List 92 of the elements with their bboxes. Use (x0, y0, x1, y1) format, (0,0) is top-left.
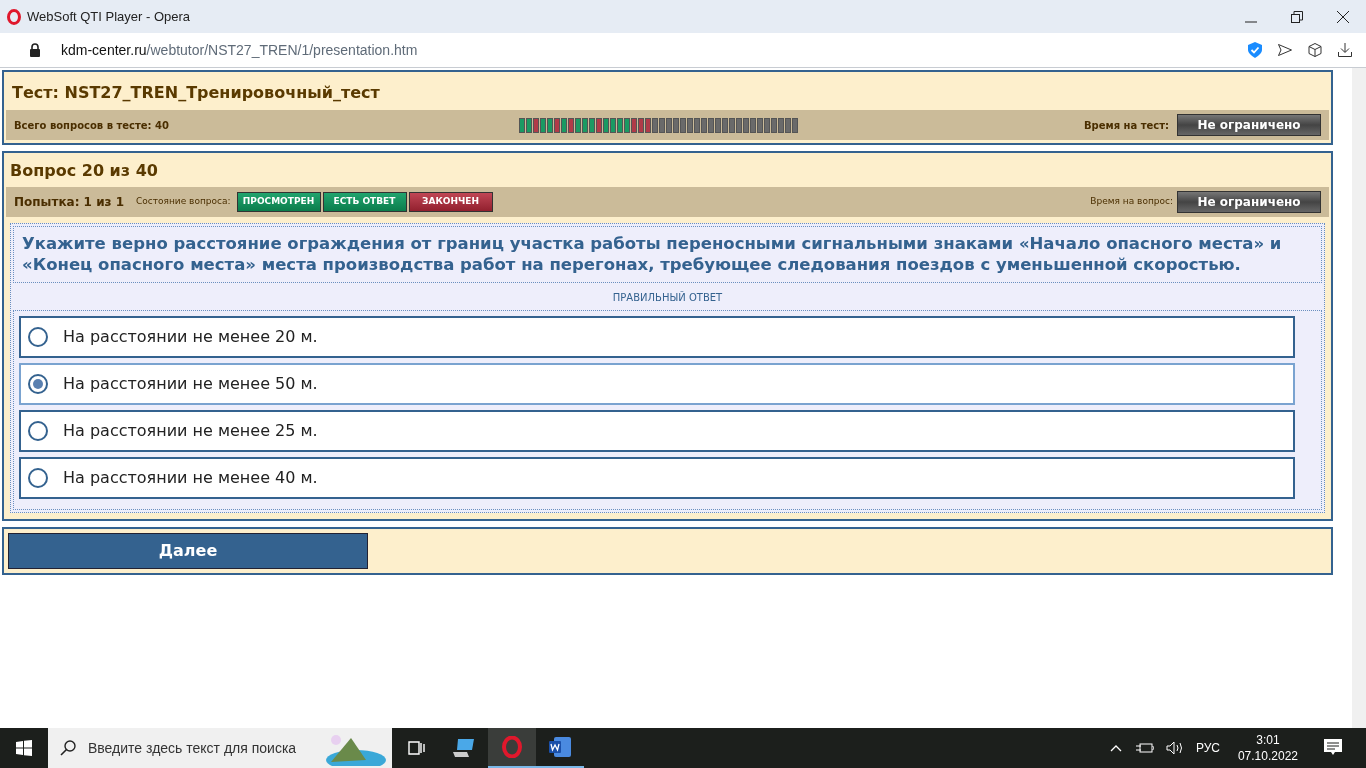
question-marker[interactable] (554, 117, 560, 133)
question-marker[interactable] (736, 117, 742, 133)
clock-time[interactable]: 3:01 (1237, 731, 1298, 748)
question-marker[interactable] (624, 117, 630, 133)
question-title: Вопрос 20 из 40 (9, 160, 159, 182)
battery-plug-icon[interactable] (1135, 742, 1154, 754)
send-icon[interactable] (1278, 44, 1292, 56)
question-marker[interactable] (596, 117, 602, 133)
question-marker[interactable] (771, 117, 777, 133)
question-marker[interactable] (526, 117, 532, 133)
question-marker[interactable] (631, 117, 637, 133)
test-title: Тест: NST27_TREN_Тренировочный_тест (11, 82, 381, 104)
download-icon[interactable] (1338, 43, 1352, 57)
question-marker[interactable] (582, 117, 588, 133)
question-marker[interactable] (687, 117, 693, 133)
option-label: На расстоянии не менее 25 м. (63, 419, 318, 442)
close-icon[interactable] (1337, 11, 1349, 24)
radio-button[interactable] (28, 373, 48, 394)
radio-button[interactable] (28, 420, 48, 441)
notification-icon[interactable] (1324, 739, 1342, 757)
option-label: На расстоянии не менее 50 м. (63, 372, 318, 395)
browser-logo-icon[interactable] (502, 736, 522, 758)
search-icon (60, 740, 76, 756)
question-marker[interactable] (722, 117, 728, 133)
question-marker[interactable] (533, 117, 539, 133)
browser-logo-icon (7, 8, 21, 25)
question-marker[interactable] (652, 117, 658, 133)
question-timer: Не ограничено (1177, 191, 1321, 213)
task-view-icon[interactable] (407, 740, 425, 756)
question-marker[interactable] (547, 117, 553, 133)
next-button[interactable]: Далее (8, 532, 368, 569)
answer-option[interactable]: На расстоянии не менее 50 м. (19, 362, 1295, 405)
question-marker[interactable] (603, 117, 609, 133)
question-marker[interactable] (701, 117, 707, 133)
question-marker[interactable] (589, 117, 595, 133)
answer-option[interactable]: На расстоянии не менее 25 м. (19, 409, 1295, 452)
restore-icon[interactable] (1291, 11, 1303, 24)
language-indicator[interactable]: РУС (1195, 739, 1220, 757)
answer-option[interactable]: На расстоянии не менее 40 м. (19, 456, 1295, 499)
address-bar[interactable]: kdm-center.ru/webtutor/NST27_TREN/1/presentation.htm (61, 39, 418, 61)
question-marker[interactable] (540, 117, 546, 133)
lock-icon (29, 43, 41, 57)
option-label: На расстоянии не менее 20 м. (63, 325, 318, 348)
timer-label: Время на вопрос: (1090, 195, 1173, 209)
question-marker[interactable] (715, 117, 721, 133)
question-marker[interactable] (757, 117, 763, 133)
question-marker[interactable] (750, 117, 756, 133)
scrollbar[interactable] (1352, 68, 1366, 728)
question-marker[interactable] (729, 117, 735, 133)
question-marker[interactable] (561, 117, 567, 133)
question-marker[interactable] (666, 117, 672, 133)
question-marker[interactable] (673, 117, 679, 133)
question-marker[interactable] (785, 117, 791, 133)
state-label: Состояние вопроса: (136, 195, 231, 209)
timer-label: Время на тест: (1083, 118, 1169, 133)
windows-logo-icon[interactable] (16, 740, 32, 756)
window-title: WebSoft QTI Player - Opera (27, 7, 191, 26)
question-marker[interactable] (743, 117, 749, 133)
question-marker[interactable] (617, 117, 623, 133)
speaker-icon[interactable] (1165, 741, 1184, 755)
question-marker[interactable] (764, 117, 770, 133)
question-marker[interactable] (568, 117, 574, 133)
question-count: Всего вопросов в тесте: 40 (14, 118, 170, 133)
status-indicator: ЗАКОНЧЕН (408, 192, 493, 212)
question-marker[interactable] (659, 117, 665, 133)
chevron-up-icon[interactable] (1109, 744, 1122, 752)
search-field[interactable]: Введите здесь текст для поиска (48, 728, 392, 768)
status-indicator: ЕСТЬ ОТВЕТ (322, 192, 407, 212)
question-marker[interactable] (610, 117, 616, 133)
clock-date[interactable]: 07.10.2022 (1237, 748, 1298, 765)
hint-label: ПРАВИЛЬНЫЙ ОТВЕТ (612, 291, 723, 303)
question-marker[interactable] (575, 117, 581, 133)
option-label: На расстоянии не менее 40 м. (63, 466, 318, 489)
question-text: Укажите верно расстояние ограждения от границ участка работы переносными сигнальными знаками «Начало опасного места» и «Конец опасного места» места производства работ на перегонах, требующее следования поездов с уменьшенной скоростью. (13, 226, 1322, 283)
question-marker[interactable] (680, 117, 686, 133)
question-marker[interactable] (638, 117, 644, 133)
question-marker[interactable] (792, 117, 798, 133)
answer-option[interactable]: На расстоянии не менее 20 м. (19, 315, 1295, 358)
radio-button[interactable] (28, 467, 48, 488)
question-marker[interactable] (519, 117, 525, 133)
question-marker[interactable] (778, 117, 784, 133)
cube-icon[interactable] (1308, 43, 1322, 57)
computer-icon[interactable] (452, 738, 476, 758)
radio-button[interactable] (28, 326, 48, 347)
test-timer: Не ограничено (1177, 114, 1321, 136)
question-marker[interactable] (708, 117, 714, 133)
question-marker[interactable] (645, 117, 651, 133)
question-marker[interactable] (694, 117, 700, 133)
attempt-label: Попытка: 1 из 1 (14, 194, 125, 211)
document-app-icon[interactable] (548, 736, 572, 758)
shield-check-icon[interactable] (1248, 42, 1262, 58)
status-indicator: ПРОСМОТРЕН (236, 192, 321, 212)
